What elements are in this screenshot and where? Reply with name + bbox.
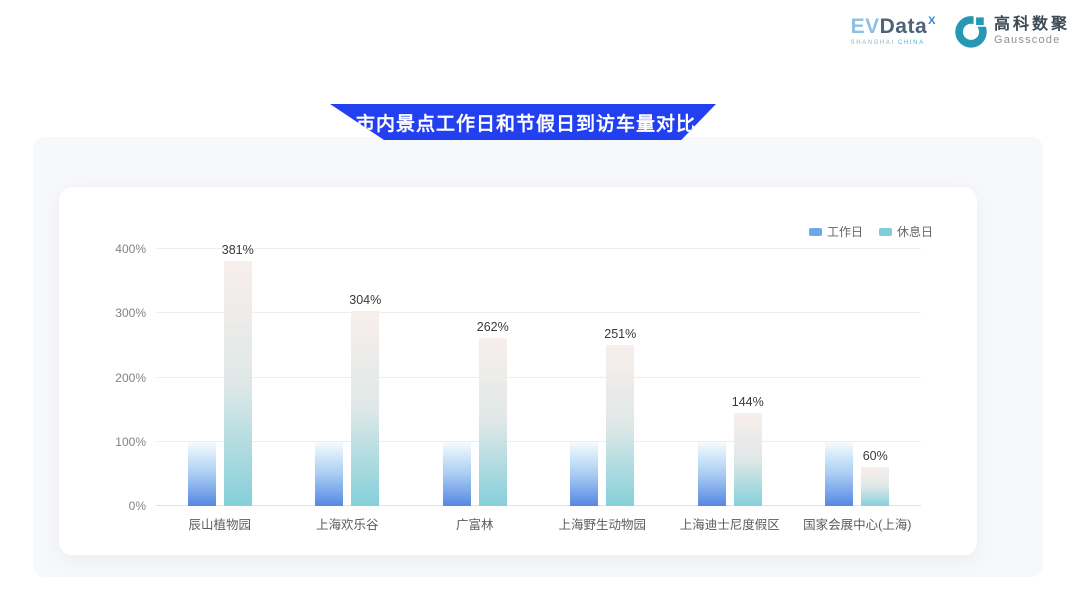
bar-restday bbox=[479, 338, 507, 506]
title-banner: 市内景点工作日和节假日到访车量对比 bbox=[330, 104, 716, 140]
x-axis-label: 国家会展中心(上海) bbox=[803, 514, 911, 533]
legend-swatch-icon bbox=[879, 228, 892, 236]
evdata-ev-text: EV bbox=[851, 15, 880, 38]
bar-workday bbox=[570, 442, 598, 506]
x-axis-label: 广富林 bbox=[456, 514, 494, 533]
chart-plot: 0%100%200%300%400%381%辰山植物园304%上海欢乐谷262%… bbox=[156, 249, 921, 506]
x-axis-label: 上海野生动物园 bbox=[558, 514, 646, 533]
evdata-data-text: Data bbox=[880, 15, 928, 38]
gausscode-cn-label: 高科数聚 bbox=[994, 16, 1070, 34]
gausscode-logo: 高科数聚 Gausscode bbox=[954, 14, 1070, 48]
gausscode-en-label: Gausscode bbox=[994, 34, 1070, 46]
y-axis-tick-label: 100% bbox=[115, 435, 146, 449]
gridline bbox=[156, 441, 921, 442]
evdata-wordmark: EVDataX bbox=[851, 16, 936, 37]
bar-value-label: 251% bbox=[604, 327, 636, 341]
bar-workday bbox=[698, 442, 726, 506]
bar-restday bbox=[861, 467, 889, 506]
page-title: 市内景点工作日和节假日到访车量对比 bbox=[350, 109, 696, 136]
chart-panel: 工作日休息日 0%100%200%300%400%381%辰山植物园304%上海… bbox=[33, 137, 1043, 577]
chart-legend: 工作日 休息日 bbox=[809, 223, 933, 240]
x-axis-label: 上海迪士尼度假区 bbox=[680, 514, 780, 533]
evdata-logo: EVDataX SHANGHAI CHINA bbox=[851, 16, 936, 46]
x-axis-label: 辰山植物园 bbox=[188, 514, 251, 533]
gridline bbox=[156, 377, 921, 378]
evdata-subtext: SHANGHAI CHINA bbox=[851, 40, 936, 46]
bar-value-label: 262% bbox=[477, 320, 509, 334]
x-axis-label: 上海欢乐谷 bbox=[316, 514, 379, 533]
logo-group: EVDataX SHANGHAI CHINA 高科数聚 Gausscode bbox=[851, 14, 1070, 48]
gausscode-text: 高科数聚 Gausscode bbox=[994, 16, 1070, 46]
evdata-x-icon: X bbox=[928, 15, 936, 27]
bar-value-label: 60% bbox=[863, 449, 888, 463]
bar-restday bbox=[224, 261, 252, 506]
y-axis-tick-label: 400% bbox=[115, 242, 146, 256]
chart-card: 工作日休息日 0%100%200%300%400%381%辰山植物园304%上海… bbox=[58, 186, 978, 556]
legend-swatch-icon bbox=[809, 228, 822, 236]
y-axis-tick-label: 200% bbox=[115, 371, 146, 385]
legend-label: 休息日 bbox=[897, 223, 933, 240]
bar-value-label: 304% bbox=[349, 293, 381, 307]
legend-label: 工作日 bbox=[827, 223, 863, 240]
bar-workday bbox=[443, 442, 471, 506]
gausscode-g-icon bbox=[954, 14, 988, 48]
y-axis-tick-label: 0% bbox=[129, 499, 146, 513]
x-axis-line bbox=[156, 505, 921, 506]
bar-workday bbox=[188, 442, 216, 506]
bar-restday bbox=[351, 311, 379, 506]
gridline bbox=[156, 312, 921, 313]
bar-workday bbox=[315, 442, 343, 506]
legend-item[interactable]: 休息日 bbox=[879, 223, 933, 240]
legend-item[interactable]: 工作日 bbox=[809, 223, 863, 240]
bar-restday bbox=[734, 413, 762, 506]
bar-restday bbox=[606, 345, 634, 506]
gridline bbox=[156, 248, 921, 249]
y-axis-tick-label: 300% bbox=[115, 306, 146, 320]
bar-value-label: 144% bbox=[732, 395, 764, 409]
bar-value-label: 381% bbox=[222, 243, 254, 257]
bar-workday bbox=[825, 442, 853, 506]
page: EVDataX SHANGHAI CHINA 高科数聚 Gausscode 市内… bbox=[0, 0, 1080, 608]
